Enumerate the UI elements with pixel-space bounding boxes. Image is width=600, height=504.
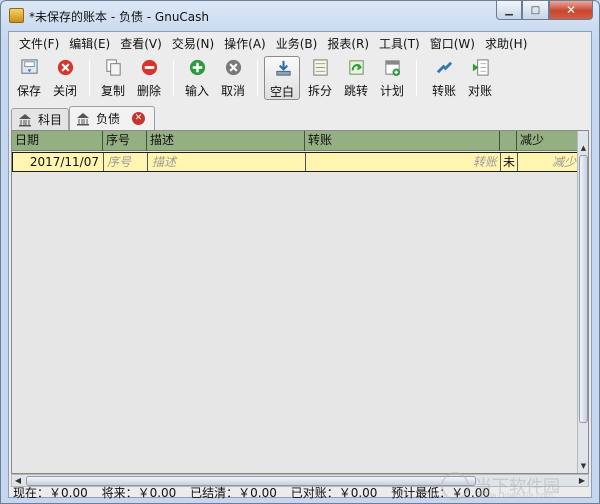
maximize-button[interactable]: □	[522, 1, 549, 20]
bank-icon	[77, 112, 89, 125]
blank-transaction-row[interactable]: 2017/11/07 序号 描述 转账 未 减少	[12, 152, 579, 172]
header-date[interactable]: 日期	[12, 131, 103, 151]
entry-decrease[interactable]: 减少	[518, 153, 578, 171]
close-button[interactable]: 关闭	[47, 56, 83, 100]
transfer-button[interactable]: 转账	[426, 56, 462, 100]
header-description[interactable]: 描述	[147, 131, 305, 151]
reconcile-icon	[472, 59, 489, 76]
bank-icon	[18, 113, 31, 126]
jump-icon	[349, 60, 364, 75]
menu-reports[interactable]: 报表(R)	[323, 35, 373, 52]
entry-transfer[interactable]: 转账	[306, 153, 501, 171]
entry-date[interactable]: 2017/11/07	[13, 153, 104, 171]
entry-num[interactable]: 序号	[104, 153, 148, 171]
split-button[interactable]: 拆分	[302, 56, 338, 100]
reconciled-balance: 已对账：￥0.00	[290, 486, 378, 500]
scroll-up-icon[interactable]: ▲	[579, 143, 588, 153]
blank-button[interactable]: 空白	[264, 56, 300, 100]
blank-transaction-icon	[276, 60, 291, 76]
reconcile-button[interactable]: 对账	[462, 56, 498, 100]
header-decrease[interactable]: 减少	[517, 131, 579, 151]
toolbar: 保存 关闭 复制 删除 输入 取消 空白 拆分 跳转 计划 转账 对账	[9, 54, 591, 102]
delete-button[interactable]: 删除	[131, 56, 167, 100]
header-reconciled[interactable]	[500, 131, 517, 151]
menu-business[interactable]: 业务(B)	[272, 35, 322, 52]
menu-transaction[interactable]: 交易(N)	[168, 35, 218, 52]
scroll-left-icon[interactable]: ◀	[12, 475, 24, 486]
calendar-icon	[385, 60, 401, 77]
app-window: *未保存的账本 - 负债 - GnuCash ▁ □ ✕ 文件(F) 编辑(E)…	[0, 0, 600, 504]
present-balance: 现在：￥0.00	[13, 486, 88, 500]
horizontal-scroll-thumb[interactable]	[26, 476, 476, 486]
close-icon	[57, 59, 74, 76]
save-icon	[21, 59, 38, 74]
copy-button[interactable]: 复制	[95, 56, 131, 100]
title-bar: *未保存的账本 - 负债 - GnuCash ▁ □ ✕	[1, 1, 599, 31]
cleared-balance: 已结清：￥0.00	[190, 486, 277, 500]
menu-edit[interactable]: 编辑(E)	[65, 35, 114, 52]
header-num[interactable]: 序号	[103, 131, 147, 151]
menu-file[interactable]: 文件(F)	[15, 35, 63, 52]
menu-tools[interactable]: 工具(T)	[375, 35, 424, 52]
tab-strip: 科目 负债 ✕	[9, 106, 591, 130]
menu-windows[interactable]: 窗口(W)	[426, 35, 479, 52]
minimize-button[interactable]: ▁	[496, 1, 522, 20]
entry-reconciled[interactable]: 未	[501, 153, 518, 171]
save-button[interactable]: 保存	[11, 56, 47, 100]
gnucash-app-icon	[9, 8, 24, 23]
vertical-scroll-thumb[interactable]	[579, 155, 588, 423]
window-title: *未保存的账本 - 负债 - GnuCash	[29, 10, 210, 24]
register-table: 日期 序号 描述 转账 减少 2017/11/07 序号 描述 转账 未 减少 …	[11, 130, 589, 474]
cancel-button[interactable]: 取消	[215, 56, 251, 100]
jump-button[interactable]: 跳转	[338, 56, 374, 100]
menu-actions[interactable]: 操作(A)	[220, 35, 270, 52]
schedule-button[interactable]: 计划	[374, 56, 410, 100]
transfer-icon	[436, 61, 453, 74]
delete-icon	[141, 59, 158, 76]
menu-bar: 文件(F) 编辑(E) 查看(V) 交易(N) 操作(A) 业务(B) 报表(R…	[9, 32, 591, 54]
enter-button[interactable]: 输入	[179, 56, 215, 100]
register-header: 日期 序号 描述 转账 减少	[12, 131, 579, 151]
main-client: 文件(F) 编辑(E) 查看(V) 交易(N) 操作(A) 业务(B) 报表(R…	[8, 31, 592, 500]
menu-help[interactable]: 求助(H)	[481, 35, 531, 52]
split-icon	[313, 59, 328, 76]
register-empty-area	[12, 173, 579, 473]
menu-view[interactable]: 查看(V)	[116, 35, 166, 52]
add-icon	[189, 59, 206, 76]
tab-accounts[interactable]: 科目	[11, 108, 69, 130]
vertical-scrollbar[interactable]: ▲ ▼	[577, 131, 588, 473]
close-window-button[interactable]: ✕	[549, 1, 593, 20]
scroll-down-icon[interactable]: ▼	[579, 461, 588, 471]
future-balance: 将来：￥0.00	[101, 486, 177, 500]
tab-close-icon[interactable]: ✕	[132, 112, 146, 125]
cancel-icon	[225, 59, 242, 76]
entry-description[interactable]: 描述	[148, 153, 306, 171]
balance-summary-bar: 现在：￥0.00 将来：￥0.00 已结清：￥0.00 已对账：￥0.00 预计…	[9, 487, 591, 499]
copy-icon	[106, 59, 121, 76]
tab-liabilities[interactable]: 负债 ✕	[69, 106, 155, 130]
scroll-right-icon[interactable]: ▶	[576, 475, 588, 486]
projected-minimum-balance: 预计最低：￥0.00	[391, 486, 490, 500]
header-transfer[interactable]: 转账	[305, 131, 500, 151]
